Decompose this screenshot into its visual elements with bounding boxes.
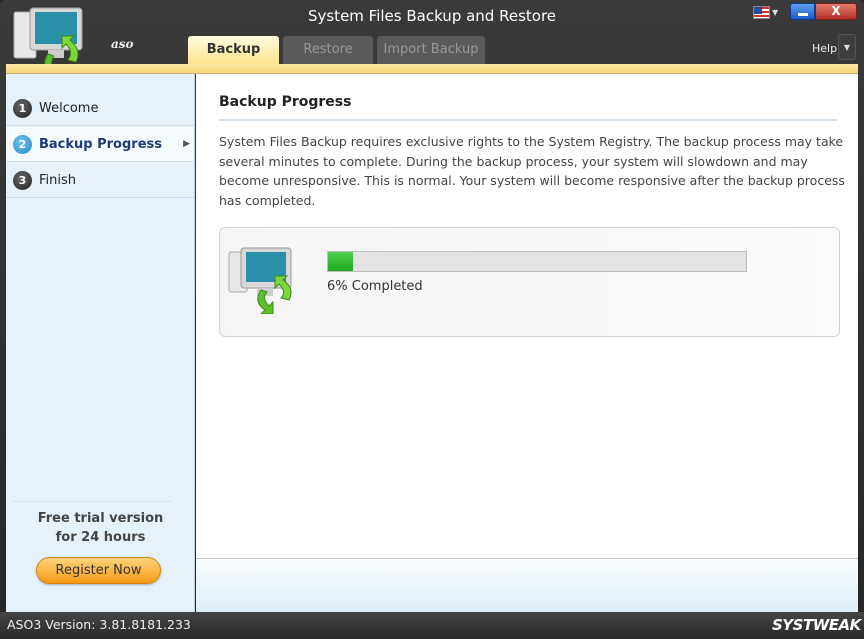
- backup-computer-icon: [228, 247, 292, 314]
- help-dropdown-icon[interactable]: ▼: [838, 34, 856, 60]
- sidebar-step-backup-progress[interactable]: 2 Backup Progress ▶: [6, 127, 194, 162]
- main-content: Backup Progress System Files Backup requ…: [196, 74, 858, 558]
- step-number-badge: 2: [13, 134, 32, 154]
- progress-panel: 6% Completed: [219, 227, 840, 337]
- systweak-logo: SYSTWEAK: [772, 616, 861, 634]
- status-bar: ASO3 Version: 3.81.8181.233 SYSTWEAK: [0, 612, 864, 639]
- page-title: Backup Progress: [219, 94, 352, 110]
- tab-import-backup[interactable]: Import Backup: [377, 36, 485, 64]
- divider: [219, 119, 837, 121]
- close-button[interactable]: X: [815, 3, 857, 20]
- trial-notice: Free trial version for 24 hours: [37, 511, 164, 545]
- progress-label: 6% Completed: [327, 279, 423, 294]
- tab-restore[interactable]: Restore: [283, 36, 373, 64]
- step-number-badge: 1: [13, 98, 32, 118]
- step-label: Finish: [39, 172, 77, 188]
- backup-progress-bar: [327, 251, 747, 272]
- chevron-right-icon: ▶: [183, 139, 190, 149]
- main-footer: [196, 558, 858, 612]
- step-label: Backup Progress: [39, 136, 162, 152]
- tab-backup[interactable]: Backup: [188, 36, 279, 64]
- help-menu[interactable]: Help: [812, 42, 837, 55]
- minimize-button[interactable]: [790, 3, 815, 20]
- step-label: Welcome: [39, 100, 99, 116]
- title-bar: System Files Backup and Restore ▼ X: [0, 0, 864, 36]
- tab-underline-bar: [6, 64, 858, 74]
- window-title: System Files Backup and Restore: [307, 7, 557, 25]
- app-window: System Files Backup and Restore ▼ X aso …: [0, 0, 864, 639]
- register-now-button[interactable]: Register Now: [36, 557, 161, 584]
- sidebar-step-finish[interactable]: 3 Finish: [6, 163, 194, 198]
- language-flag-icon[interactable]: [753, 6, 770, 19]
- divider: [12, 501, 172, 502]
- product-label: aso: [111, 37, 134, 51]
- step-number-badge: 3: [13, 170, 32, 190]
- version-label: ASO3 Version: 3.81.8181.233: [7, 617, 191, 632]
- progress-fill: [328, 252, 354, 271]
- language-dropdown-icon[interactable]: ▼: [772, 8, 778, 17]
- description-text: System Files Backup requires exclusive r…: [219, 134, 845, 208]
- sidebar-step-welcome[interactable]: 1 Welcome: [6, 91, 194, 126]
